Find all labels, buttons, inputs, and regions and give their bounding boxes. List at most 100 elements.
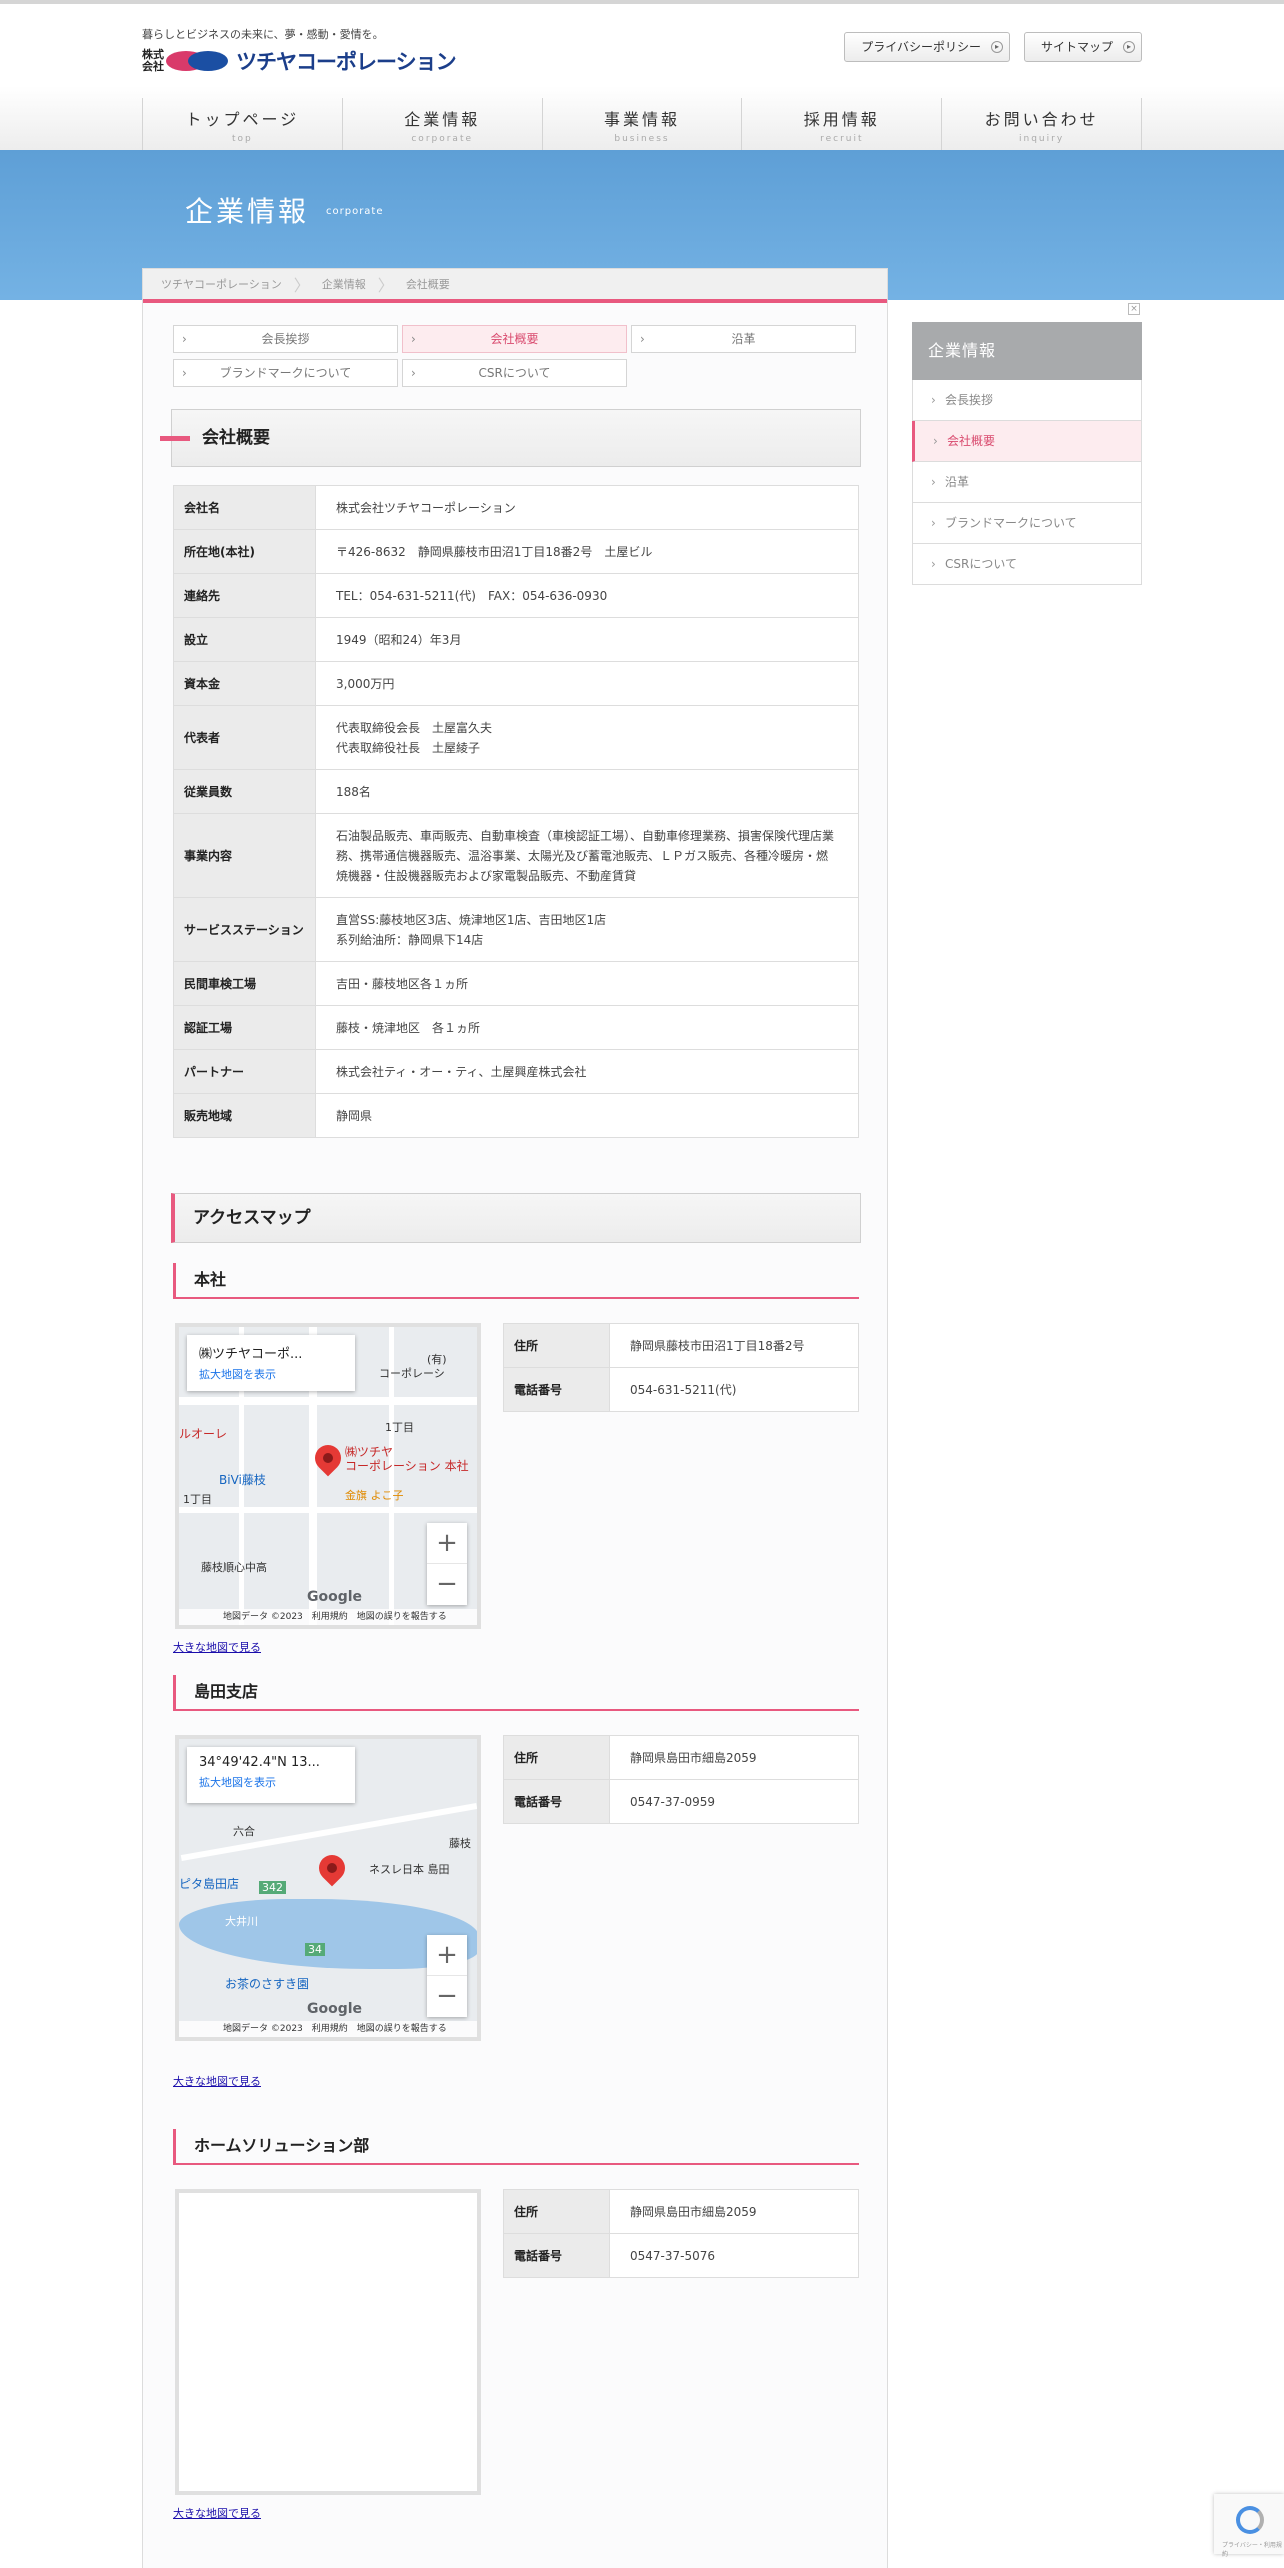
address-label: 住所	[503, 1323, 610, 1368]
sitemap-button[interactable]: サイトマップ ▸	[1023, 32, 1142, 62]
map-label: コーポレーシ	[379, 1367, 445, 1380]
recaptcha-badge[interactable]: プライバシー・利用規約	[1214, 2494, 1284, 2558]
gnav-item-top[interactable]: トップページ top	[143, 98, 343, 154]
subtab-greeting[interactable]: 会長挨拶	[173, 325, 398, 353]
map-label: BiVi藤枝	[219, 1473, 266, 1487]
gnav-item-business[interactable]: 事業情報 business	[543, 98, 743, 154]
table-row-value: 吉田・藤枝地区各１ヵ所	[315, 961, 859, 1006]
address-value: 静岡県島田市細島2059	[609, 1735, 859, 1780]
sidebar-item-overview[interactable]: 会社概要	[912, 421, 1142, 462]
sub-tabs: 会長挨拶 会社概要 沿革 ブランドマークについて CSRについて	[173, 325, 859, 387]
map-info-card: ㈱ツチヤコーポ... 拡大地図を表示	[187, 1335, 355, 1391]
breadcrumb-item-corporate[interactable]: 企業情報	[322, 276, 366, 292]
map-label: 藤枝	[449, 1837, 471, 1850]
zoom-out-button[interactable]: −	[427, 1976, 467, 2017]
breadcrumb-separator-icon: 〉	[293, 276, 310, 295]
branch-info-table-honsha: 住所 静岡県藤枝市田沼1丁目18番2号 電話番号 054-631-5211(代)	[503, 1323, 859, 1412]
sidebar-item-brandmark[interactable]: ブランドマークについて	[912, 503, 1142, 544]
map-enlarge-link[interactable]: 拡大地図を表示	[199, 1366, 343, 1382]
gnav-item-label: 事業情報	[603, 110, 680, 129]
sidebar-item-csr[interactable]: CSRについて	[912, 544, 1142, 585]
gnav-item-inquiry[interactable]: お問い合わせ inquiry	[942, 98, 1142, 154]
branch-info-table-home-solution: 住所 静岡県島田市細島2059 電話番号 0547-37-5076	[503, 2189, 859, 2278]
breadcrumb-item-home[interactable]: ツチヤコーポレーション	[161, 276, 282, 292]
breadcrumb: ツチヤコーポレーション 〉 企業情報 〉 会社概要	[143, 269, 887, 303]
gnav-item-label: 採用情報	[803, 110, 880, 129]
table-row-value: 1949（昭和24）年3月	[315, 617, 859, 662]
sitemap-label: サイトマップ	[1040, 40, 1113, 54]
map-home-solution[interactable]	[175, 2189, 481, 2495]
map-pin-icon[interactable]	[313, 1849, 351, 1887]
sidebar-item-greeting[interactable]: 会長挨拶	[912, 380, 1142, 421]
global-nav: トップページ top 企業情報 corporate 事業情報 business …	[142, 98, 1142, 154]
gnav-item-sublabel: top	[232, 134, 253, 144]
phone-value: 054-631-5211(代)	[609, 1367, 859, 1412]
big-map-link[interactable]: 大きな地図で見る	[173, 2505, 261, 2521]
page-title: 企業情報	[185, 195, 310, 228]
map-enlarge-link[interactable]: 拡大地図を表示	[199, 1774, 343, 1790]
map-shimada[interactable]: 34°49'42.4"N 13... 拡大地図を表示 六合 ネスレ日本 島田 藤…	[175, 1735, 481, 2041]
sidebar-item-history[interactable]: 沿革	[912, 462, 1142, 503]
table-row-label: 認証工場	[173, 1005, 316, 1050]
subtab-brandmark[interactable]: ブランドマークについて	[173, 359, 398, 387]
big-map-link[interactable]: 大きな地図で見る	[173, 2073, 261, 2089]
table-row-label: 設立	[173, 617, 316, 662]
subtab-csr[interactable]: CSRについて	[402, 359, 627, 387]
map-label: 六合	[233, 1825, 255, 1838]
table-row-label: 代表者	[173, 705, 316, 770]
big-map-link[interactable]: 大きな地図で見る	[173, 1639, 261, 1655]
map-info-card: 34°49'42.4"N 13... 拡大地図を表示	[187, 1747, 355, 1803]
table-row-value: 石油製品販売、車両販売、自動車検査（車検認証工場）、自動車修理業務、損害保険代理…	[315, 813, 859, 898]
table-row: 代表者 代表取締役会長 土屋富久夫 代表取締役社長 土屋綾子	[173, 705, 859, 770]
tagline: 暮らしとビジネスの未来に、夢・感動・愛情を。	[142, 28, 384, 41]
phone-label: 電話番号	[503, 1779, 610, 1824]
phone-label: 電話番号	[503, 1367, 610, 1412]
header-buttons: プライバシーポリシー ▸ サイトマップ ▸	[844, 32, 1142, 62]
zoom-in-button[interactable]: +	[427, 1935, 467, 1976]
table-row: 従業員数 188名	[173, 769, 859, 814]
google-logo: Google	[307, 1589, 363, 1605]
address-label: 住所	[503, 2189, 610, 2234]
table-row-label: 連絡先	[173, 573, 316, 618]
phone-label: 電話番号	[503, 2233, 610, 2278]
table-row: 民間車検工場 吉田・藤枝地区各１ヵ所	[173, 961, 859, 1006]
gnav-item-corporate[interactable]: 企業情報 corporate	[342, 98, 543, 154]
recaptcha-icon	[1236, 2506, 1264, 2534]
phone-value: 0547-37-5076	[609, 2233, 859, 2278]
map-card-title: ㈱ツチヤコーポ...	[199, 1347, 303, 1362]
map-pin-label: ㈱ツチヤ コーポレーション 本社	[345, 1445, 469, 1473]
gnav-item-sublabel: recruit	[820, 134, 864, 144]
gnav-item-label: トップページ	[185, 110, 300, 129]
zoom-in-button[interactable]: +	[427, 1523, 467, 1564]
privacy-policy-button[interactable]: プライバシーポリシー ▸	[844, 32, 1010, 62]
sidebar: 企業情報 会長挨拶 会社概要 沿革 ブランドマークについて CSRについて	[912, 322, 1142, 585]
table-row-value: 静岡県	[315, 1093, 859, 1138]
map-label: 1丁目	[183, 1493, 212, 1506]
table-row-label: パートナー	[173, 1049, 316, 1094]
subtab-overview[interactable]: 会社概要	[402, 325, 627, 353]
map-label: お茶のさすき園	[225, 1977, 310, 1991]
branch-title-shimada: 島田支店	[173, 1675, 859, 1711]
table-row: パートナー 株式会社ティ・オー・ティ、土屋興産株式会社	[173, 1049, 859, 1094]
map-footer[interactable]: 地図データ ©2023 利用規約 地図の誤りを報告する	[179, 2021, 477, 2037]
map-zoom-control: + −	[427, 1935, 467, 2017]
close-icon[interactable]: ×	[1128, 303, 1140, 315]
subtab-history[interactable]: 沿革	[631, 325, 856, 353]
gnav-item-label: お問い合わせ	[984, 110, 1099, 129]
table-row-label: 従業員数	[173, 769, 316, 814]
site-logo[interactable]: 株式会社 ツチヤコーポレーション	[142, 46, 457, 76]
table-row-value: 〒426-8632 静岡県藤枝市田沼1丁目18番2号 土屋ビル	[315, 529, 859, 574]
map-footer[interactable]: 地図データ ©2023 利用規約 地図の誤りを報告する	[179, 1609, 477, 1625]
table-row-value: 藤枝・焼津地区 各１ヵ所	[315, 1005, 859, 1050]
table-row: サービスステーション 直営SS:藤枝地区3店、焼津地区1店、吉田地区1店 系列給油…	[173, 897, 859, 962]
table-row: 設立 1949（昭和24）年3月	[173, 617, 859, 662]
map-label: ピタ島田店	[179, 1877, 240, 1891]
zoom-out-button[interactable]: −	[427, 1564, 467, 1605]
gnav-item-recruit[interactable]: 採用情報 recruit	[742, 98, 943, 154]
breadcrumb-item-current: 会社概要	[405, 278, 450, 291]
map-honsha[interactable]: ㈱ツチヤコーポ... 拡大地図を表示 (有) コーポレーシ 1丁目 ルオーレ B…	[175, 1323, 481, 1629]
google-logo: Google	[307, 2001, 363, 2017]
table-row-value: 188名	[315, 769, 859, 814]
main-content: ツチヤコーポレーション 〉 企業情報 〉 会社概要 会長挨拶 会社概要 沿革 ブ…	[142, 268, 888, 2568]
table-row: 会社名 株式会社ツチヤコーポレーション	[173, 485, 859, 530]
